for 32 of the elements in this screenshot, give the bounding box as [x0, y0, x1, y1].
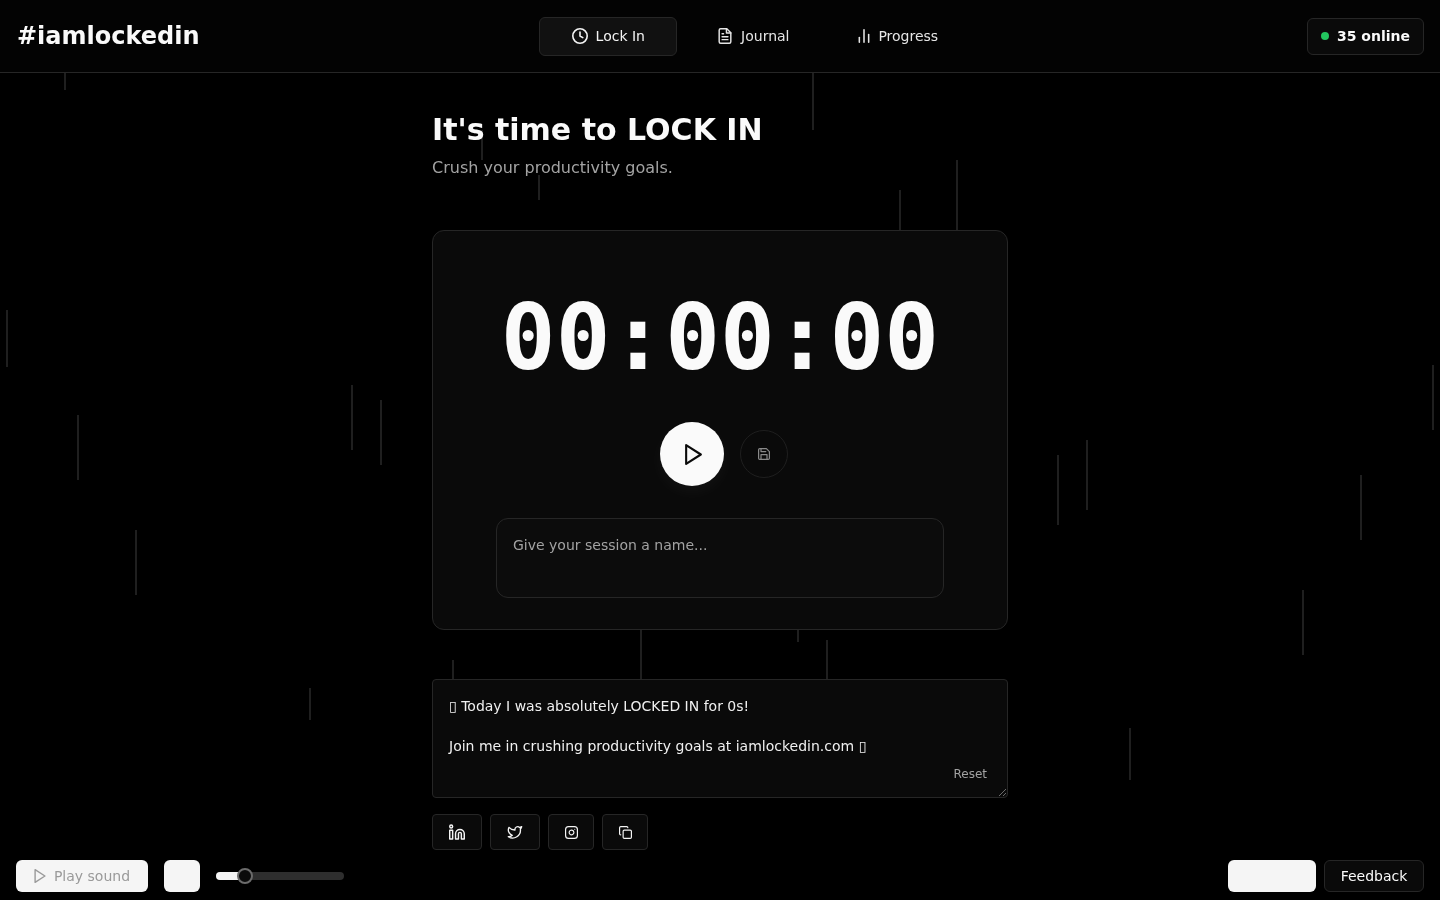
status-dot-icon [1321, 32, 1329, 40]
online-count-text: 35 online [1337, 28, 1410, 44]
save-icon [758, 448, 770, 460]
clock-icon [571, 28, 588, 44]
play-icon [685, 443, 702, 465]
linkedin-share-button[interactable] [432, 814, 482, 850]
blank-button[interactable] [164, 860, 200, 892]
copy-icon [618, 825, 632, 839]
page-subtitle: Crush your productivity goals. [432, 157, 674, 179]
timer-display: 00:00:00 [500, 292, 940, 384]
nav-tab[interactable]: Lock In [539, 16, 678, 56]
app-logo[interactable]: #iamlockedin [17, 22, 200, 50]
linkedin-icon [449, 824, 465, 840]
reset-button[interactable]: Reset [949, 765, 991, 783]
twitter-share-button[interactable] [490, 814, 540, 850]
save-session-button[interactable] [740, 430, 788, 478]
bird-icon [507, 824, 523, 840]
play-icon [33, 869, 46, 883]
nav-tab[interactable]: Progress [829, 16, 968, 56]
page-title: It's time to LOCK IN [432, 112, 764, 148]
copy-button[interactable] [602, 814, 648, 850]
share-message-text: ▯ Today I was absolutely LOCKED IN for 0s! Join me in crushing productivity goals at iamlockedin.com ▯ [449, 697, 867, 756]
feedback-button[interactable]: Feedback [1324, 860, 1424, 892]
nav-tab[interactable]: Journal [684, 16, 823, 56]
session-name-field[interactable]: Give your session a name... [496, 518, 944, 598]
bar-chart-icon [858, 29, 871, 43]
resize-grip-icon [998, 788, 1006, 796]
instagram-share-button[interactable] [548, 814, 594, 850]
camera-icon [564, 825, 578, 839]
share-message-field[interactable]: ▯ Today I was absolutely LOCKED IN for 0s! Join me in crushing productivity goals at iamlockedin.com ▯ Reset [432, 679, 1008, 798]
document-icon [717, 28, 734, 44]
volume-thumb[interactable] [237, 868, 254, 884]
